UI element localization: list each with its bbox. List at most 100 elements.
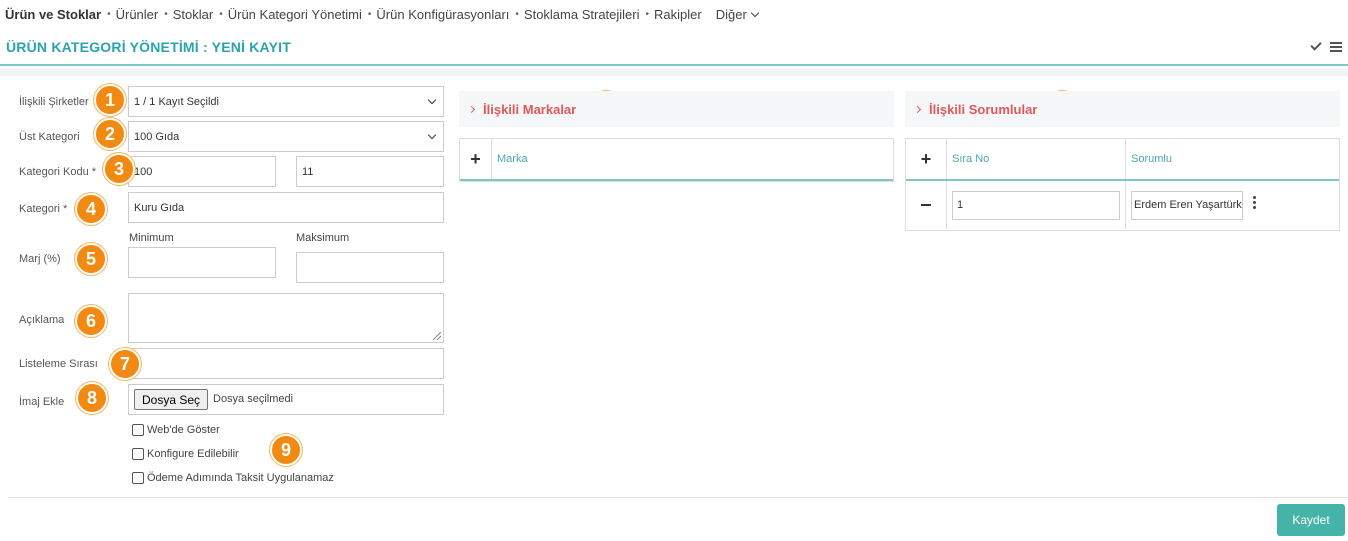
category-input[interactable]: Kuru Gıda (128, 192, 444, 223)
nav-item-configurations[interactable]: • Ürün Konfigürasyonları (368, 7, 509, 22)
checkbox-label: Web'de Göster (147, 424, 220, 436)
image-label: İmaj Ekle (19, 396, 65, 408)
callout-badge-8: 8 (76, 382, 108, 414)
configurable-checkbox[interactable]: Konfigure Edilebilir (132, 448, 239, 460)
show-on-web-checkbox[interactable]: Web'de Göster (132, 424, 220, 436)
nav-item-more[interactable]: Diğer (715, 6, 760, 22)
margin-max-label: Maksimum (296, 232, 350, 244)
responsible-input[interactable]: Erdem Eren Yaşartürk (1131, 190, 1243, 220)
grid-header-row: + Sıra No Sorumlu (906, 139, 1339, 181)
checkbox-label: Ödeme Adımında Taksit Uygulanamaz (147, 472, 334, 484)
column-header-responsible[interactable]: Sorumlu (1126, 139, 1339, 179)
header-subbar (0, 68, 1348, 76)
column-header-order[interactable]: Sıra No (947, 139, 1126, 179)
callout-badge-1: 1 (94, 84, 126, 116)
order-cell: 1 (947, 181, 1126, 229)
category-code-prefix-input[interactable]: 100 (128, 156, 276, 187)
top-nav: Ürün ve Stoklar • Ürünler • Stoklar • Ürün … (0, 0, 1348, 28)
page-title: ÜRÜN KATEGORİ YÖNETİMİ : YENİ KAYIT (6, 39, 291, 55)
select-value: 100 Gıda (134, 130, 180, 143)
parent-category-select[interactable]: 100 Gıda (128, 121, 444, 152)
chevron-down-icon (427, 95, 437, 104)
margin-label: Marj (%) (19, 253, 61, 265)
callout-badge-6: 6 (75, 305, 107, 337)
chevron-right-icon (467, 105, 476, 113)
bullet-icon: • (645, 8, 650, 20)
input-value: Erdem Eren Yaşartürk (1134, 199, 1242, 211)
chevron-right-icon (913, 105, 922, 113)
bullet-icon: • (219, 8, 223, 20)
checkbox-box[interactable] (132, 472, 144, 484)
minus-icon[interactable] (906, 203, 946, 207)
nav-item-label: Ürün Kategori Yönetimi (227, 6, 362, 22)
callout-badge-3: 3 (103, 153, 135, 185)
related-companies-label: İlişkili Şirketler (19, 96, 89, 108)
brands-grid: + Marka (459, 138, 894, 182)
bullet-icon: • (515, 8, 519, 20)
chevron-down-icon (427, 130, 437, 139)
description-textarea[interactable] (128, 293, 444, 343)
plus-icon[interactable]: + (460, 149, 491, 170)
list-icon[interactable] (1330, 42, 1342, 52)
nav-item-competitors[interactable]: • Rakipler (646, 7, 702, 22)
nav-item-label: Rakipler (654, 6, 702, 22)
header-actions (1310, 39, 1342, 52)
chevron-down-icon (750, 8, 760, 17)
remove-row-cell (906, 181, 947, 229)
grid-header-row: + Marka (460, 139, 893, 181)
brands-panel-title: İlişkili Markalar (483, 101, 577, 117)
nav-item-stock-strategies[interactable]: • Stoklama Stratejileri (515, 7, 639, 22)
category-label: Kategori * (19, 203, 68, 215)
callout-badge-5: 5 (75, 243, 107, 275)
add-responsible-cell: + (906, 139, 947, 179)
nav-item-label: Diğer (715, 6, 747, 22)
callout-badge-2: 2 (94, 118, 126, 150)
resize-grip-icon[interactable] (433, 332, 441, 340)
check-icon[interactable] (1310, 39, 1322, 51)
callout-badge-7: 7 (109, 348, 141, 380)
nav-item-category-management[interactable]: • Ürün Kategori Yönetimi (219, 7, 362, 22)
checkbox-box[interactable] (132, 448, 144, 460)
add-brand-cell: + (460, 139, 492, 179)
bullet-icon: • (107, 8, 111, 20)
nav-item-stocks[interactable]: • Stoklar (164, 7, 213, 22)
callout-badge-9: 9 (270, 434, 302, 466)
order-input[interactable]: 1 (952, 190, 1120, 220)
input-value: Kuru Gıda (134, 201, 185, 214)
save-button[interactable]: Kaydet (1277, 504, 1345, 536)
no-installment-checkbox[interactable]: Ödeme Adımında Taksit Uygulanamaz (132, 472, 334, 484)
margin-min-input[interactable] (128, 247, 276, 278)
responsible-cell: Erdem Eren Yaşartürk (1126, 181, 1339, 229)
nav-item-products[interactable]: • Ürünler (107, 7, 158, 22)
checkbox-box[interactable] (132, 424, 144, 436)
nav-item-label: Ürünler (115, 6, 159, 22)
related-companies-select[interactable]: 1 / 1 Kayıt Seçildi (128, 86, 444, 117)
list-order-input[interactable] (128, 348, 444, 379)
choose-file-button[interactable]: Dosya Seç (134, 389, 209, 410)
table-row: 1 Erdem Eren Yaşartürk (906, 181, 1339, 229)
bullet-icon: • (164, 8, 168, 20)
column-header-brand[interactable]: Marka (492, 139, 893, 179)
plus-icon[interactable]: + (906, 149, 946, 170)
bullet-icon: • (367, 8, 372, 20)
responsibles-panel-title: İlişkili Sorumlular (929, 101, 1038, 117)
checkbox-label: Konfigure Edilebilir (147, 448, 239, 460)
page-header: ÜRÜN KATEGORİ YÖNETİMİ : YENİ KAYIT (0, 30, 1348, 66)
responsibles-panel-header[interactable]: İlişkili Sorumlular (905, 91, 1340, 127)
list-order-label: Listeleme Sırası (19, 358, 98, 370)
input-value: 100 (134, 165, 153, 178)
input-value: 11 (302, 165, 314, 178)
file-status: Dosya seçilmedi (213, 393, 294, 405)
select-value: 1 / 1 Kayıt Seçildi (134, 95, 219, 108)
parent-category-label: Üst Kategori (19, 131, 80, 143)
kebab-menu-icon[interactable] (1253, 195, 1256, 209)
margin-max-input[interactable] (296, 252, 444, 283)
description-label: Açıklama (19, 314, 65, 326)
responsibles-grid: + Sıra No Sorumlu 1 Erdem Eren Yaşartürk (905, 138, 1340, 231)
category-code-input[interactable]: 11 (296, 156, 444, 187)
brands-panel-header[interactable]: İlişkili Markalar (459, 91, 894, 127)
category-code-label: Kategori Kodu * (19, 166, 97, 178)
nav-item-label: Stoklama Stratejileri (523, 6, 640, 22)
footer-divider (8, 497, 1348, 498)
nav-brand[interactable]: Ürün ve Stoklar (5, 7, 101, 22)
